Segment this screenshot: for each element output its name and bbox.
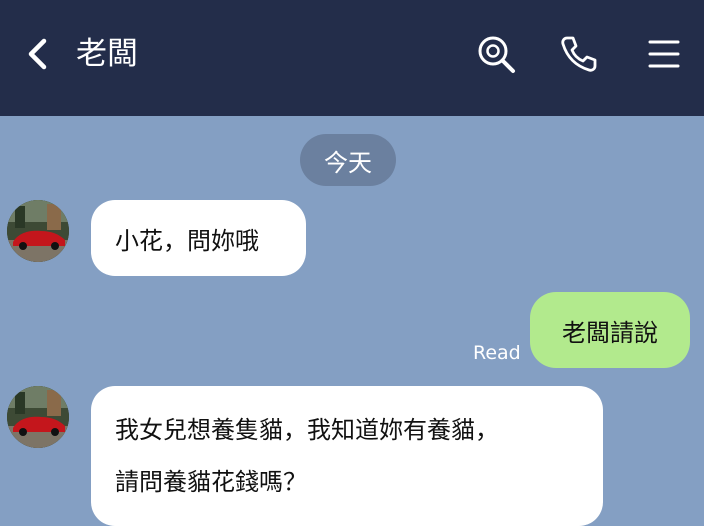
back-button[interactable]: [20, 34, 56, 74]
message-text: 老闆請說: [562, 318, 658, 347]
message-text-line: 我女兒想養隻貓，我知道妳有養貓，: [115, 416, 499, 444]
chat-title: 老闆: [76, 36, 138, 72]
search-button[interactable]: [474, 32, 518, 76]
date-separator: 今天: [300, 134, 396, 186]
call-button[interactable]: [557, 32, 601, 76]
avatar-car-image: [7, 386, 69, 448]
message-bubble-incoming[interactable]: 我女兒想養隻貓，我知道妳有養貓， 請問養貓花錢嗎？: [91, 386, 603, 526]
message-text: 小花，問妳哦: [115, 226, 259, 255]
menu-button[interactable]: [642, 32, 686, 76]
search-icon: [478, 36, 515, 73]
message-bubble-outgoing[interactable]: 老闆請說: [530, 292, 690, 368]
avatar[interactable]: [7, 386, 69, 448]
phone-icon: [561, 36, 597, 72]
chat-header: 老闆: [0, 0, 704, 116]
back-arrow-icon: [28, 38, 47, 70]
avatar-car-image: [7, 200, 69, 262]
message-text-line: 請問養貓花錢嗎？: [115, 468, 307, 496]
menu-icon: [648, 40, 680, 68]
avatar[interactable]: [7, 200, 69, 262]
message-bubble-incoming[interactable]: 小花，問妳哦: [91, 200, 306, 276]
read-receipt: Read: [473, 342, 521, 364]
